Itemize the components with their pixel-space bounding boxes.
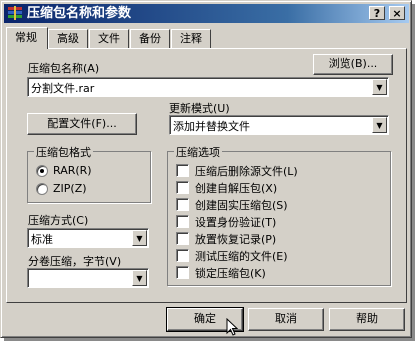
sfx-checkbox[interactable] xyxy=(176,181,189,194)
sfx-label[interactable]: 创建自解压包(X) xyxy=(195,180,277,196)
profiles-button[interactable]: 配置文件(F)... xyxy=(27,113,137,135)
archive-dialog: 压缩包名称和参数 ? × 常规 高级 文件 备份 注释 压缩包名称(A) 浏览(… xyxy=(0,0,412,338)
title-bar[interactable]: 压缩包名称和参数 ? × xyxy=(4,4,409,23)
tab-label: 备份 xyxy=(139,32,161,45)
chevron-down-icon[interactable]: ▼ xyxy=(372,117,387,133)
authenticity-checkbox[interactable] xyxy=(176,215,189,228)
volume-split-label: 分卷压缩，字节(V) xyxy=(28,255,122,268)
tab-label: 高级 xyxy=(57,32,79,45)
archive-options-title: 压缩选项 xyxy=(174,144,222,160)
volume-split-combobox[interactable]: ▼ xyxy=(27,268,149,288)
test-files-label[interactable]: 测试压缩的文件(E) xyxy=(195,248,288,264)
radio-selected-dot xyxy=(40,169,44,173)
update-mode-select[interactable]: 添加并替换文件 ▼ xyxy=(169,115,389,135)
rar-radio-label[interactable]: RAR(R) xyxy=(53,164,92,177)
tab-advanced[interactable]: 高级 xyxy=(48,29,88,48)
mouse-pointer-icon xyxy=(226,318,238,336)
update-mode-value: 添加并替换文件 xyxy=(173,120,250,133)
archive-options-group: 压缩选项 压缩后删除源文件(L) 创建自解压包(X) 创建固实压缩包(S) 设置… xyxy=(167,144,391,286)
update-mode-label: 更新模式(U) xyxy=(169,102,230,115)
help-button[interactable]: 帮助 xyxy=(329,308,405,331)
close-title-button[interactable]: × xyxy=(389,6,405,20)
compression-method-select[interactable]: 标准 ▼ xyxy=(27,228,149,248)
archive-name-value: 分割文件.rar xyxy=(31,82,95,95)
window-title: 压缩包名称和参数 xyxy=(27,6,132,21)
browse-button[interactable]: 浏览(B)... xyxy=(313,54,393,75)
recovery-record-label[interactable]: 放置恢复记录(P) xyxy=(195,231,276,247)
compression-method-value: 标准 xyxy=(31,233,53,246)
chevron-down-icon[interactable]: ▼ xyxy=(372,79,387,95)
question-icon: ? xyxy=(373,7,381,20)
delete-after-label[interactable]: 压缩后删除源文件(L) xyxy=(195,163,298,179)
tab-backup[interactable]: 备份 xyxy=(130,29,170,48)
archive-format-title: 压缩包格式 xyxy=(34,144,93,160)
archive-format-group: 压缩包格式 RAR(R) ZIP(Z) xyxy=(27,144,151,203)
zip-radio[interactable] xyxy=(36,183,48,195)
solid-checkbox[interactable] xyxy=(176,198,189,211)
solid-label[interactable]: 创建固实压缩包(S) xyxy=(195,197,288,213)
tab-label: 注释 xyxy=(180,32,202,45)
rar-radio[interactable] xyxy=(36,165,48,177)
lock-archive-label[interactable]: 锁定压缩包(K) xyxy=(195,265,266,281)
close-icon: × xyxy=(392,7,402,20)
help-title-button[interactable]: ? xyxy=(369,6,385,20)
tab-files[interactable]: 文件 xyxy=(89,29,129,48)
tab-comment[interactable]: 注释 xyxy=(171,29,211,48)
cancel-button[interactable]: 取消 xyxy=(248,308,324,331)
winrar-app-icon xyxy=(8,6,22,20)
tab-general[interactable]: 常规 xyxy=(6,27,48,49)
general-panel: 压缩包名称(A) 浏览(B)... 分割文件.rar ▼ 更新模式(U) 配置文… xyxy=(6,48,407,303)
lock-archive-checkbox[interactable] xyxy=(176,266,189,279)
chevron-down-icon[interactable]: ▼ xyxy=(132,230,147,246)
archive-name-label: 压缩包名称(A) xyxy=(28,62,100,75)
compression-method-label: 压缩方式(C) xyxy=(28,214,89,227)
zip-radio-label[interactable]: ZIP(Z) xyxy=(53,182,87,195)
authenticity-label[interactable]: 设置身份验证(T) xyxy=(195,214,276,230)
test-files-checkbox[interactable] xyxy=(176,249,189,262)
delete-after-checkbox[interactable] xyxy=(176,164,189,177)
chevron-down-icon[interactable]: ▼ xyxy=(132,270,147,286)
tab-label: 文件 xyxy=(98,32,120,45)
tab-label: 常规 xyxy=(15,31,37,44)
archive-name-combobox[interactable]: 分割文件.rar ▼ xyxy=(27,77,389,97)
recovery-record-checkbox[interactable] xyxy=(176,232,189,245)
